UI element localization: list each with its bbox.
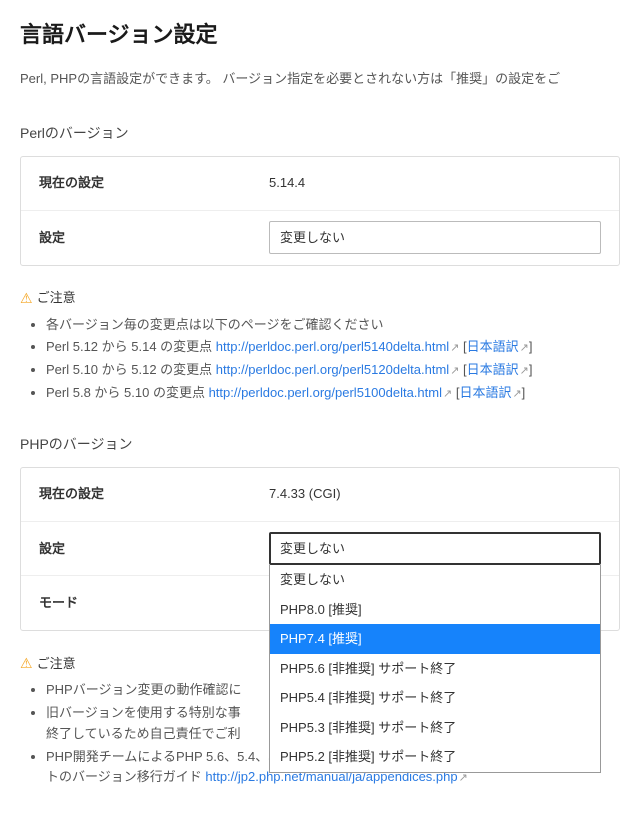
php-current-value: 7.4.33 (CGI) <box>269 484 601 504</box>
list-item: Perl 5.10 から 5.12 の変更点 http://perldoc.pe… <box>46 360 620 381</box>
perl-notice-title-text: ご注意 <box>37 288 76 308</box>
perl-notice-title: ⚠ ご注意 <box>20 288 620 309</box>
perl-panel: 現在の設定 5.14.4 設定 変更しない <box>20 156 620 266</box>
external-link[interactable]: http://perldoc.perl.org/perl5140delta.ht… <box>216 339 449 354</box>
notice-text: トのバージョン移行ガイド <box>46 769 205 784</box>
dropdown-option[interactable]: PHP5.3 [非推奨] サポート終了 <box>270 713 600 743</box>
page-intro: Perl, PHPの言語設定ができます。 バージョン指定を必要とされない方は「推… <box>20 69 620 89</box>
notice-text: Perl 5.8 から 5.10 の変更点 <box>46 385 209 400</box>
dropdown-option[interactable]: PHP5.6 [非推奨] サポート終了 <box>270 654 600 684</box>
list-item: 各バージョン毎の変更点は以下のページをご確認ください <box>46 315 620 336</box>
dropdown-option[interactable]: PHP8.0 [推奨] <box>270 595 600 625</box>
perl-setting-label: 設定 <box>39 228 269 248</box>
warning-icon: ⚠ <box>20 653 33 674</box>
php-notice-title-text: ご注意 <box>37 654 76 674</box>
php-setting-label: 設定 <box>39 539 269 559</box>
perl-current-value: 5.14.4 <box>269 173 601 193</box>
list-item: Perl 5.12 から 5.14 の変更点 http://perldoc.pe… <box>46 337 620 358</box>
php-panel: 現在の設定 7.4.33 (CGI) 設定 変更しない 変更しないPHP8.0 … <box>20 467 620 632</box>
perl-current-label: 現在の設定 <box>39 173 269 193</box>
japanese-link[interactable]: 日本語訳 <box>467 339 519 354</box>
external-link[interactable]: http://perldoc.perl.org/perl5120delta.ht… <box>216 362 449 377</box>
japanese-link[interactable]: 日本語訳 <box>459 385 511 400</box>
perl-setting-value[interactable]: 変更しない <box>269 221 601 255</box>
notice-text: Perl 5.10 から 5.12 の変更点 <box>46 362 216 377</box>
external-icon: ↗ <box>520 365 529 377</box>
php-setting-value[interactable]: 変更しない <box>269 532 601 566</box>
external-icon: ↗ <box>512 388 521 400</box>
dropdown-option[interactable]: PHP5.4 [非推奨] サポート終了 <box>270 683 600 713</box>
warning-icon: ⚠ <box>20 288 33 309</box>
php-setting-select[interactable]: 変更しない 変更しないPHP8.0 [推奨]PHP7.4 [推奨]PHP5.6 … <box>269 532 601 566</box>
perl-setting-select[interactable]: 変更しない <box>269 221 601 255</box>
php-mode-label: モード <box>39 593 269 613</box>
php-setting-dropdown[interactable]: 変更しないPHP8.0 [推奨]PHP7.4 [推奨]PHP5.6 [非推奨] … <box>269 565 601 773</box>
php-current-label: 現在の設定 <box>39 484 269 504</box>
perl-section-title: Perlのバージョン <box>20 123 620 144</box>
dropdown-option[interactable]: PHP5.2 [非推奨] サポート終了 <box>270 742 600 772</box>
perl-notice-list: 各バージョン毎の変更点は以下のページをご確認くださいPerl 5.12 から 5… <box>20 315 620 404</box>
dropdown-option[interactable]: 変更しない <box>270 565 600 595</box>
notice-text: Perl 5.12 から 5.14 の変更点 <box>46 339 216 354</box>
php-section-title: PHPのバージョン <box>20 434 620 455</box>
list-item: Perl 5.8 から 5.10 の変更点 http://perldoc.per… <box>46 383 620 404</box>
external-link[interactable]: http://perldoc.perl.org/perl5100delta.ht… <box>209 385 442 400</box>
external-icon: ↗ <box>443 388 452 400</box>
external-icon: ↗ <box>459 772 468 784</box>
dropdown-option[interactable]: PHP7.4 [推奨] <box>270 624 600 654</box>
japanese-link[interactable]: 日本語訳 <box>467 362 519 377</box>
external-icon: ↗ <box>520 342 529 354</box>
page-title: 言語バージョン設定 <box>20 18 620 51</box>
